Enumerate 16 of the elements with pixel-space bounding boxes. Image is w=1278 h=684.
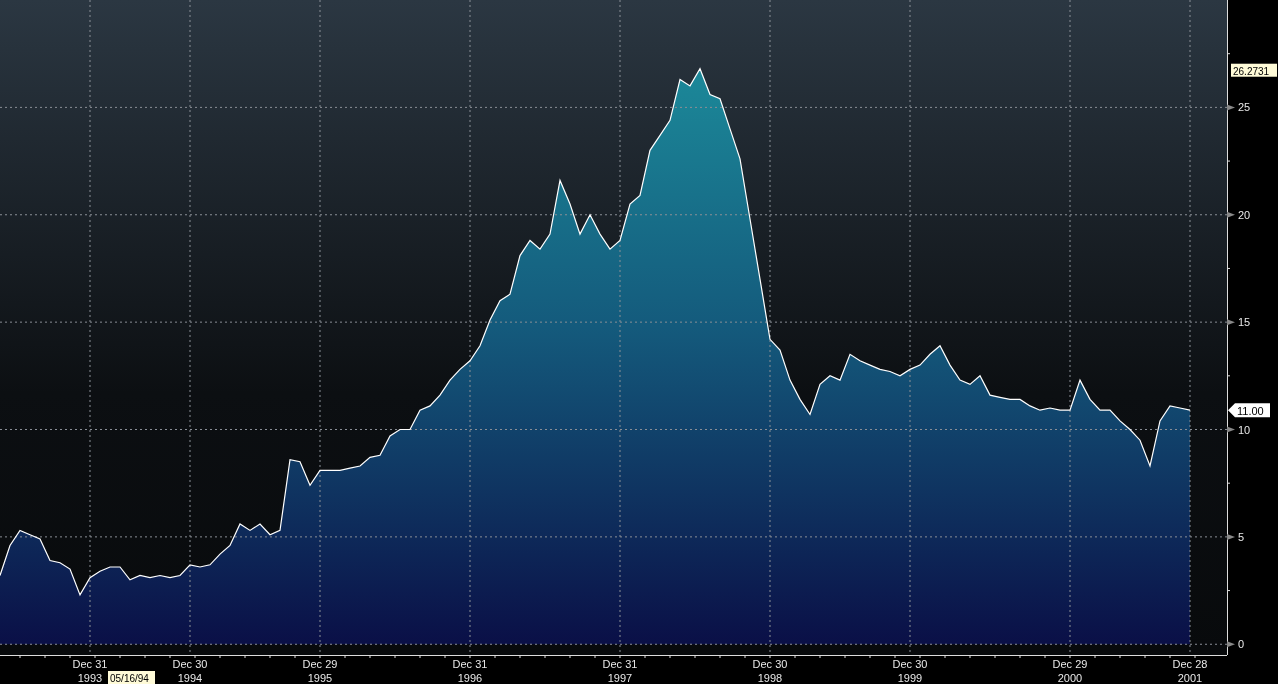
axis-label: Dec 30 1999 — [892, 658, 928, 684]
axis-label: Dec 30 1994 — [172, 658, 208, 684]
axis-label: 20 — [1238, 208, 1251, 221]
axis-label: 10 — [1238, 423, 1251, 436]
axis-label: Dec 29 1995 — [302, 658, 338, 684]
axis-label: Dec 29 2000 — [1052, 658, 1088, 684]
axis-label: 15 — [1238, 316, 1251, 329]
axis-label: 25 — [1238, 101, 1251, 114]
date-cursor-label: 05/16/94 — [108, 671, 155, 684]
axis-label: Dec 31 1993 — [72, 658, 108, 684]
axis-label: Dec 31 1996 — [452, 658, 488, 684]
axis-label: Dec 31 1997 — [602, 658, 638, 684]
axis-label: 5 — [1238, 530, 1245, 543]
axis-label: 0 — [1238, 638, 1245, 651]
axis-label: Dec 30 1998 — [752, 658, 788, 684]
axis-label: Dec 28 2001 — [1172, 658, 1208, 684]
